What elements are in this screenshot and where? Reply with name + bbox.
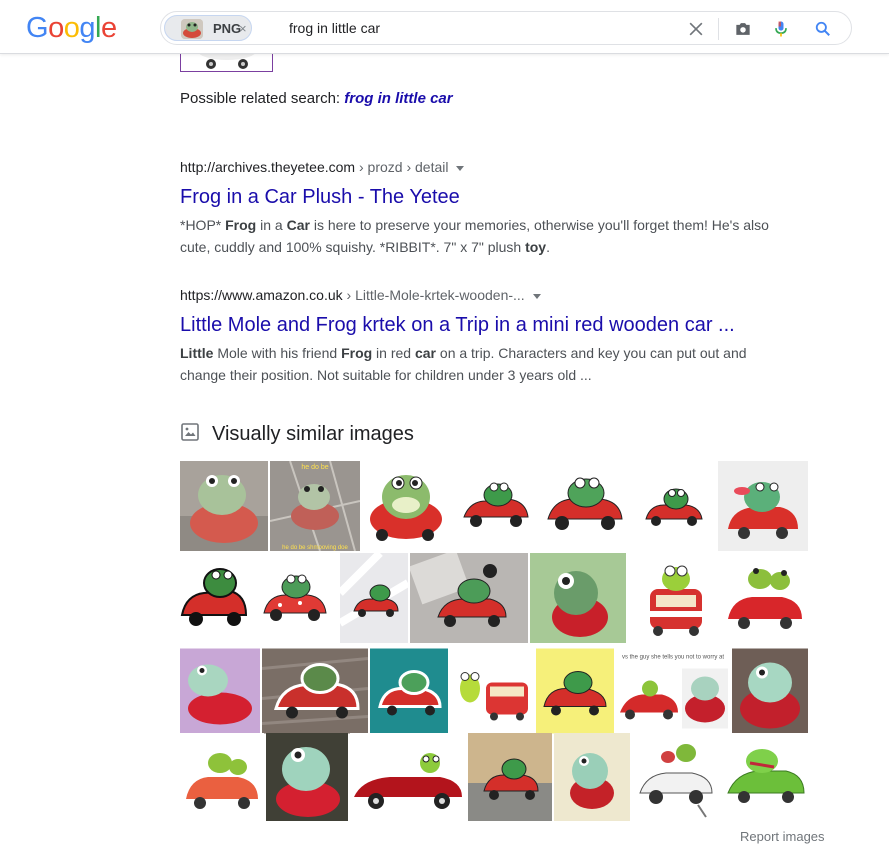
image-result[interactable] [628, 553, 720, 643]
search-result: http://archives.theyetee.com › prozd › d… [180, 157, 800, 258]
image-result[interactable] [362, 461, 450, 551]
image-row [180, 553, 808, 643]
image-result[interactable] [180, 733, 264, 821]
header-bar: Google PNG × frog in little car [0, 0, 889, 54]
image-result[interactable] [250, 553, 338, 643]
related-search: Possible related search: frog in little … [180, 90, 453, 107]
snippet-text: in a [256, 217, 287, 233]
microphone-icon[interactable] [770, 18, 792, 40]
image-result[interactable] [340, 553, 408, 643]
search-result: https://www.amazon.co.uk › Little-Mole-k… [180, 285, 800, 386]
snippet-bold-term: Little [180, 345, 214, 361]
caret-down-icon[interactable] [456, 165, 465, 171]
snippet-text: Mole with his friend [213, 345, 342, 361]
image-result[interactable] [370, 646, 448, 736]
search-icon[interactable] [812, 18, 834, 40]
image-result[interactable]: he do be he do be shmooving doe [270, 461, 360, 551]
chip-label: PNG [213, 21, 242, 36]
search-box[interactable]: PNG × frog in little car [160, 11, 852, 45]
logo-letter: G [26, 12, 49, 44]
image-caption-text: he do be shmooving doe [282, 545, 348, 551]
chip-thumbnail [181, 19, 203, 39]
image-result[interactable] [722, 553, 808, 643]
image-row: he do be he do be shmooving doe [180, 461, 808, 551]
result-snippet: Little Mole with his friend Frog in red … [180, 342, 780, 386]
image-result[interactable] [452, 461, 538, 551]
search-divider [718, 18, 719, 40]
logo-letter: o [63, 12, 80, 44]
image-query-chip[interactable]: PNG × [164, 15, 252, 41]
image-result[interactable] [732, 646, 808, 736]
visually-similar-header: Visually similar images [180, 420, 414, 448]
result-cite[interactable]: http://archives.theyetee.com › prozd › d… [180, 157, 800, 177]
image-result[interactable] [180, 553, 248, 643]
image-result[interactable] [540, 461, 628, 551]
google-logo[interactable]: Google [26, 12, 117, 45]
clear-icon[interactable] [685, 18, 707, 40]
snippet-text: *HOP* [180, 217, 226, 233]
logo-letter: o [48, 12, 64, 44]
related-search-link[interactable]: frog in little car [344, 90, 452, 107]
caret-down-icon[interactable] [532, 293, 541, 299]
result-title-link[interactable]: Little Mole and Frog krtek on a Trip in … [180, 312, 800, 338]
image-result[interactable] [722, 733, 808, 821]
snippet-bold-term: Frog [225, 217, 257, 233]
image-result[interactable] [632, 733, 720, 821]
snippet-text: . [546, 239, 550, 255]
image-row: vs the guy she tells you not to worry at [180, 646, 808, 736]
image-result[interactable] [536, 646, 614, 736]
result-breadcrumbs: › prozd › detail [355, 159, 449, 175]
snippet-bold-term: toy [525, 239, 547, 255]
result-breadcrumbs: › Little-Mole-krtek-wooden-... [342, 287, 525, 303]
visually-similar-title: Visually similar images [212, 422, 414, 445]
snippet-bold-term: car [414, 345, 437, 361]
image-result[interactable] [554, 733, 630, 821]
image-result[interactable] [266, 733, 348, 821]
image-result[interactable] [530, 553, 626, 643]
logo-letter: e [100, 12, 117, 44]
image-result[interactable] [180, 646, 260, 736]
chip-close-icon[interactable]: × [239, 21, 247, 36]
image-result[interactable] [450, 646, 534, 736]
image-result[interactable]: vs the guy she tells you not to worry at [616, 646, 730, 736]
report-images-link[interactable]: Report images [740, 829, 825, 844]
search-query-text[interactable]: frog in little car [289, 20, 380, 36]
result-title-link[interactable]: Frog in a Car Plush - The Yetee [180, 184, 800, 210]
image-caption-text: vs the guy she tells you not to worry at [622, 655, 724, 661]
image-row [180, 733, 808, 821]
snippet-bold-term: Frog [341, 345, 373, 361]
snippet-bold-term: Car [286, 217, 310, 233]
related-search-prefix: Possible related search: [180, 90, 341, 107]
image-result[interactable] [718, 461, 808, 551]
result-snippet: *HOP* Frog in a Car is here to preserve … [180, 214, 780, 258]
image-result[interactable] [180, 461, 268, 551]
camera-icon[interactable] [732, 18, 754, 40]
image-icon [180, 422, 200, 447]
result-url: https://www.amazon.co.uk [180, 287, 343, 303]
image-result[interactable] [410, 553, 528, 643]
result-cite[interactable]: https://www.amazon.co.uk › Little-Mole-k… [180, 285, 800, 305]
image-result[interactable] [350, 733, 466, 821]
image-result[interactable] [630, 461, 716, 551]
image-result[interactable] [262, 646, 368, 736]
snippet-text: in red [372, 345, 415, 361]
image-result[interactable] [468, 733, 552, 821]
image-caption-text: he do be [301, 464, 328, 471]
result-url: http://archives.theyetee.com [180, 159, 356, 175]
logo-letter: g [79, 12, 95, 44]
